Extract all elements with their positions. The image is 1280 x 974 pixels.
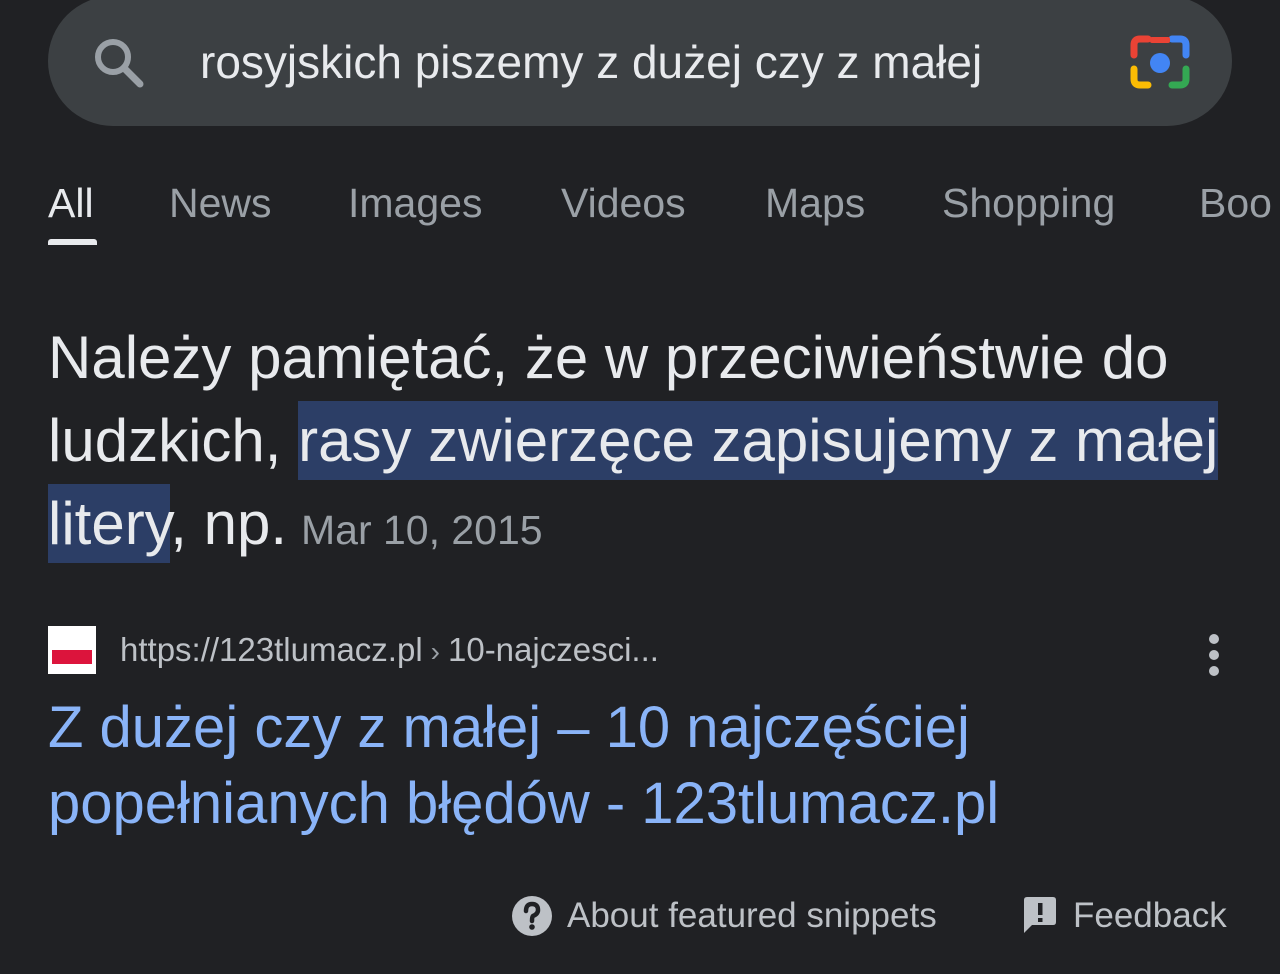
help-circle-icon[interactable] [510,894,554,938]
breadcrumb-separator: › [430,636,440,667]
tab-shopping[interactable]: Shopping [942,178,1115,228]
google-lens-icon[interactable] [1128,33,1192,91]
more-vert-icon[interactable] [1196,632,1232,678]
tab-maps[interactable]: Maps [765,178,865,228]
tab-news[interactable]: News [169,178,272,228]
feedback-icon[interactable] [1020,894,1060,938]
snippet-text-end: , np. [170,490,287,557]
tab-active-indicator [48,239,97,245]
search-input[interactable]: rosyjskich piszemy z dużej czy z małej [200,32,982,92]
featured-snippet: Należy pamiętać, że w przeciwieństwie do… [48,316,1248,572]
snippet-date: Mar 10, 2015 [300,507,543,553]
tab-images[interactable]: Images [348,178,482,228]
tab-books[interactable]: Boo [1199,178,1272,228]
tab-videos[interactable]: Videos [561,178,686,228]
source-url[interactable]: https://123tlumacz.pl [120,631,423,668]
source-breadcrumb[interactable]: https://123tlumacz.pl › 10-najczesci... [120,628,659,674]
source-path[interactable]: 10-najczesci... [448,631,659,668]
about-featured-snippets-link[interactable]: About featured snippets [567,894,937,938]
search-tabs: All News Images Videos Maps Shopping Boo [0,170,1280,250]
search-results-page: rosyjskich piszemy z dużej czy z małej A… [0,0,1280,974]
feedback-link[interactable]: Feedback [1073,894,1227,938]
result-title-link[interactable]: Z dużej czy z małej – 10 najczęściej pop… [48,690,1248,842]
tab-all[interactable]: All [48,178,94,228]
search-icon[interactable] [90,34,146,90]
site-favicon[interactable] [48,626,96,674]
